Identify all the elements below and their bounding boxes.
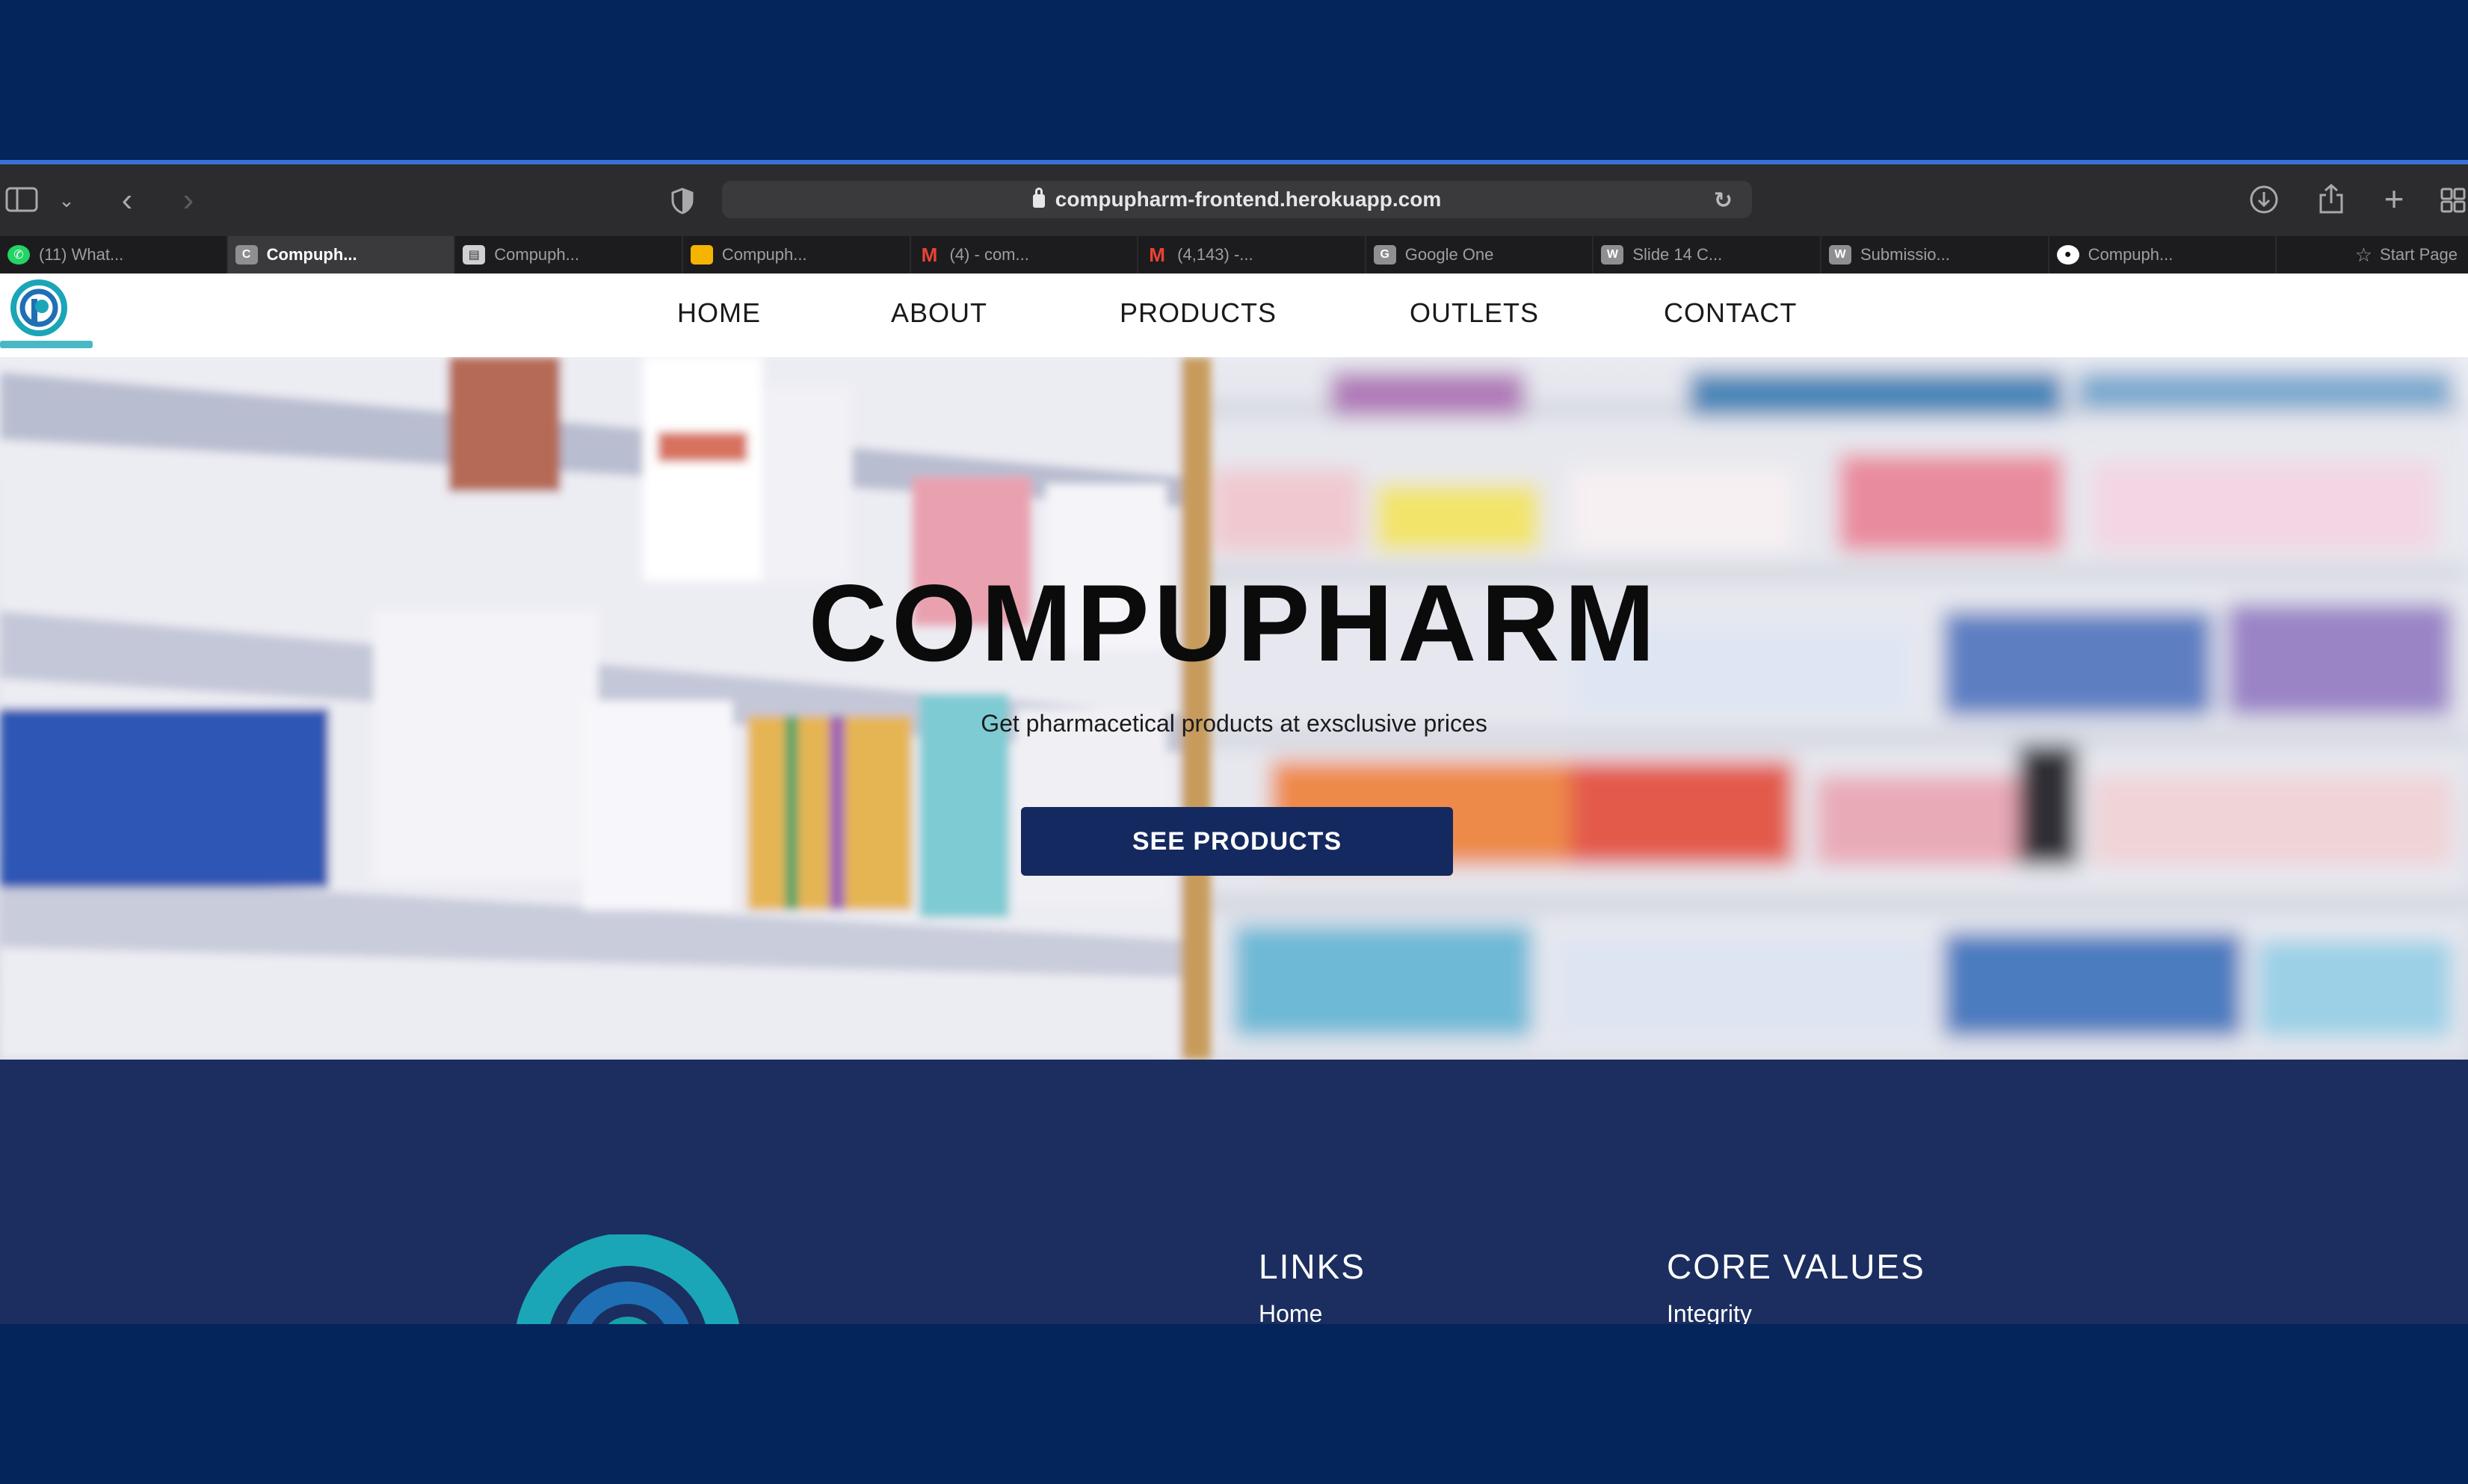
tab-label: Start Page bbox=[2380, 245, 2458, 264]
footer-links-heading: LINKS bbox=[1259, 1247, 1366, 1286]
w-favicon-icon: W bbox=[1829, 245, 1851, 265]
tab-compupharm-slides[interactable]: ▤ Compuph... bbox=[455, 236, 683, 273]
gmail-icon: M bbox=[921, 243, 938, 266]
tab-label: (4,143) -... bbox=[1177, 245, 1253, 264]
tab-label: Slide 14 C... bbox=[1632, 245, 1723, 264]
star-icon: ☆ bbox=[2354, 243, 2373, 266]
tab-overview-icon[interactable] bbox=[2438, 184, 2468, 217]
address-url: compupharm-frontend.herokuapp.com bbox=[1055, 188, 1442, 211]
reload-icon[interactable]: ↻ bbox=[1714, 188, 1733, 214]
forward-icon[interactable]: › bbox=[173, 184, 203, 217]
tab-label: Compuph... bbox=[266, 245, 357, 264]
nav-contact[interactable]: CONTACT bbox=[1664, 297, 1797, 329]
slides-icon: ▤ bbox=[463, 245, 486, 265]
nav-products[interactable]: PRODUCTS bbox=[1120, 297, 1277, 329]
tab-google-one[interactable]: G Google One bbox=[1366, 236, 1594, 273]
browser-window: ⌄ ‹ › compupharm-frontend.herokuapp.com … bbox=[0, 160, 2468, 1324]
back-icon[interactable]: ‹ bbox=[112, 184, 142, 217]
footer-core-values-heading: CORE VALUES bbox=[1667, 1247, 1925, 1286]
c-favicon-icon: C bbox=[235, 245, 258, 265]
hero-section: COMPUPHARM Get pharmacetical products at… bbox=[0, 357, 2468, 1060]
tab-compupharm-github[interactable]: ● Compuph... bbox=[2049, 236, 2277, 273]
sidebar-toggle-icon[interactable] bbox=[3, 182, 40, 217]
footer-core-value-integrity: Integrity bbox=[1667, 1300, 1752, 1324]
github-icon: ● bbox=[2056, 245, 2079, 265]
tab-bar: ✆ (11) What... C Compuph... ▤ Compuph... Co… bbox=[0, 236, 2468, 273]
whatsapp-icon: ✆ bbox=[7, 245, 30, 265]
tab-compupharm-slides-yellow[interactable]: Compuph... bbox=[683, 236, 911, 273]
footer-links-column: LINKS Home bbox=[1259, 1246, 1366, 1324]
hero-subtitle: Get pharmacetical products at exsclusive… bbox=[981, 710, 1487, 737]
pharmacy-shelves-image bbox=[0, 357, 2468, 1060]
g-favicon-icon: G bbox=[1373, 245, 1396, 265]
downloads-icon[interactable] bbox=[2247, 182, 2281, 217]
lock-icon bbox=[1032, 188, 1045, 208]
slides-yellow-icon bbox=[690, 245, 713, 265]
share-icon[interactable] bbox=[2314, 181, 2348, 217]
hero-title: COMPUPHARM bbox=[808, 562, 1660, 684]
address-bar[interactable]: compupharm-frontend.herokuapp.com ↻ bbox=[722, 181, 1752, 218]
shield-icon[interactable] bbox=[665, 184, 700, 218]
site-footer: LINKS Home CORE VALUES Integrity bbox=[0, 1060, 2468, 1324]
tab-label: Submissio... bbox=[1860, 245, 1950, 264]
new-tab-icon[interactable]: + bbox=[2377, 181, 2411, 217]
tab-compupharm-active[interactable]: C Compuph... bbox=[227, 236, 456, 273]
tab-gmail-1[interactable]: M (4) - com... bbox=[911, 236, 1139, 273]
footer-link-home[interactable]: Home bbox=[1259, 1300, 1366, 1324]
tab-submission[interactable]: W Submissio... bbox=[1821, 236, 2049, 273]
tab-label: Compuph... bbox=[721, 245, 807, 264]
tab-gmail-2[interactable]: M (4,143) -... bbox=[1138, 236, 1366, 273]
w-favicon-icon: W bbox=[1601, 245, 1624, 265]
footer-core-values-column: CORE VALUES Integrity bbox=[1667, 1246, 1925, 1324]
site-navbar: HOME ABOUT PRODUCTS OUTLETS CONTACT bbox=[0, 273, 2468, 357]
chevron-down-icon[interactable]: ⌄ bbox=[55, 185, 78, 215]
nav-outlets[interactable]: OUTLETS bbox=[1410, 297, 1539, 329]
gmail-icon: M bbox=[1149, 243, 1165, 266]
tab-label: (11) What... bbox=[39, 245, 124, 264]
tab-whatsapp[interactable]: ✆ (11) What... bbox=[0, 236, 228, 273]
tab-label: Compuph... bbox=[2088, 245, 2174, 264]
tab-label: Compuph... bbox=[494, 245, 579, 264]
tab-slide-14[interactable]: W Slide 14 C... bbox=[1594, 236, 1821, 273]
nav-about[interactable]: ABOUT bbox=[891, 297, 987, 329]
footer-logo bbox=[493, 1233, 762, 1324]
tab-label: Google One bbox=[1404, 245, 1494, 264]
browser-toolbar: ⌄ ‹ › compupharm-frontend.herokuapp.com … bbox=[0, 164, 2468, 236]
tab-start-page[interactable]: ☆ Start Page bbox=[2277, 236, 2468, 273]
main-menu: HOME ABOUT PRODUCTS OUTLETS CONTACT bbox=[0, 297, 2468, 335]
tab-label: (4) - com... bbox=[949, 245, 1029, 264]
see-products-button[interactable]: SEE PRODUCTS bbox=[1021, 807, 1453, 876]
nav-home[interactable]: HOME bbox=[677, 297, 761, 329]
